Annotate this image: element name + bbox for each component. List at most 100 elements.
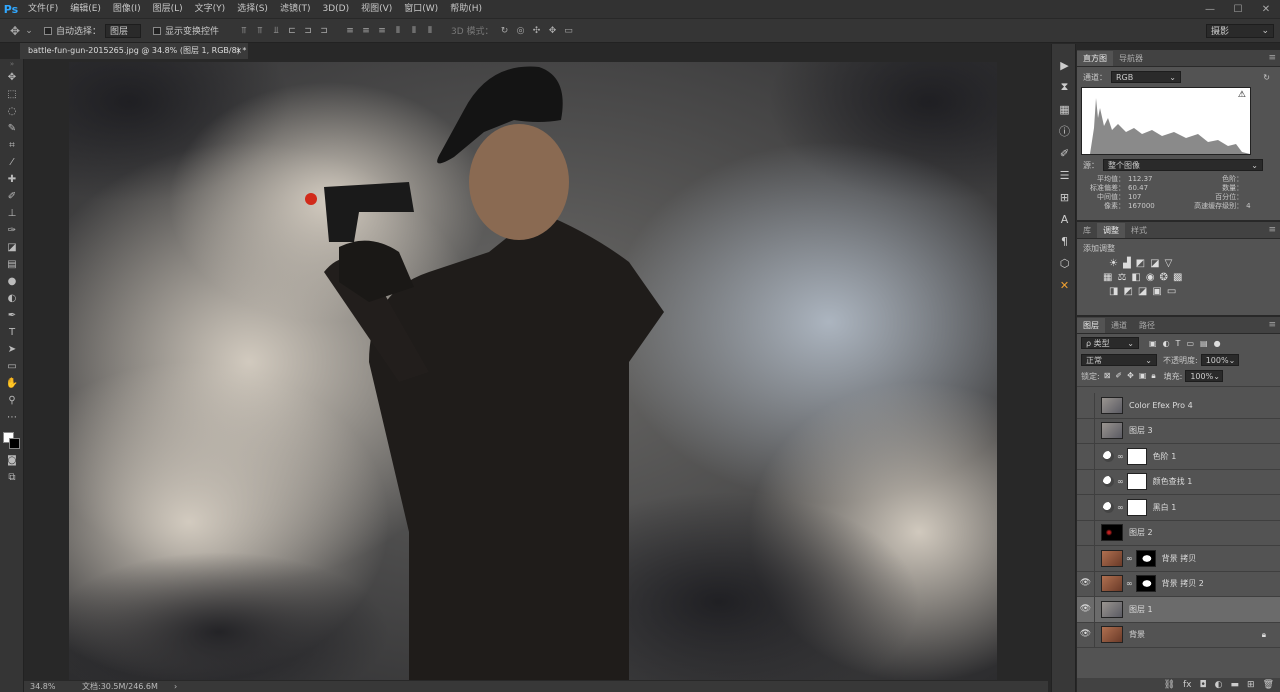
background-color[interactable] (9, 438, 20, 449)
layer-filter-dropdown[interactable]: ρ 类型 ⌄ (1081, 337, 1139, 349)
3d-scale-icon[interactable]: ▭ (562, 24, 576, 38)
play-icon[interactable]: ▶ (1052, 54, 1077, 76)
panel-menu-icon[interactable]: ≡ (1268, 51, 1280, 66)
black-white-icon[interactable]: ◧ (1131, 272, 1140, 283)
align-right-icon[interactable]: ⊐ (317, 24, 331, 38)
status-menu-icon[interactable]: › (174, 681, 177, 692)
eye-icon[interactable] (1077, 469, 1095, 495)
menu-item-4[interactable]: 文字(Y) (189, 0, 232, 18)
chevron-down-icon[interactable]: ⌄ (22, 24, 36, 38)
layer-thumbnail[interactable] (1101, 422, 1123, 440)
levels-icon[interactable]: ▟ (1123, 258, 1131, 269)
eye-icon[interactable] (1077, 392, 1095, 418)
refresh-icon[interactable]: ↻ (1263, 73, 1270, 82)
source-dropdown[interactable]: 整个图像 ⌄ (1103, 159, 1263, 171)
blur-tool-icon[interactable]: ● (0, 273, 24, 290)
color-swatches[interactable] (0, 426, 23, 452)
layer-name[interactable]: 背景 拷贝 (1162, 553, 1197, 564)
brush-icon[interactable]: ✐ (1052, 142, 1077, 164)
distribute-vcenter-icon[interactable]: ≡ (359, 24, 373, 38)
layer-row[interactable]: 图层 2 (1077, 520, 1280, 546)
menu-item-7[interactable]: 3D(D) (316, 0, 355, 18)
channel-mixer-icon[interactable]: ❂ (1160, 272, 1168, 283)
history-icon[interactable]: ⧗ (1052, 76, 1077, 98)
eye-icon[interactable] (1077, 418, 1095, 444)
filter-toggle-icon[interactable]: ● (1214, 339, 1221, 348)
lock-all-icon[interactable]: 🔒︎ (1151, 371, 1155, 381)
tab-paths[interactable]: 路径 (1133, 318, 1161, 333)
move-tool-icon[interactable]: ✥ (0, 69, 24, 86)
fill-input[interactable]: 100% ⌄ (1185, 370, 1224, 382)
character-icon[interactable]: A (1052, 208, 1077, 230)
screen-mode-icon[interactable]: ⧉ (0, 469, 24, 486)
menu-item-6[interactable]: 滤镜(T) (274, 0, 317, 18)
history-brush-tool-icon[interactable]: ✑ (0, 222, 24, 239)
new-adjustment-icon[interactable]: ◐ (1215, 680, 1223, 690)
marquee-tool-icon[interactable]: ⬚ (0, 86, 24, 103)
vibrance-icon[interactable]: ▽ (1165, 258, 1173, 269)
layer-thumbnail[interactable] (1101, 626, 1123, 644)
3d-icon[interactable]: ⬡ (1052, 252, 1077, 274)
threshold-icon[interactable]: ◪ (1138, 286, 1147, 297)
distribute-left-icon[interactable]: ⦀ (391, 24, 405, 38)
properties-icon[interactable]: ☰ (1052, 164, 1077, 186)
layer-name[interactable]: 背景 (1129, 629, 1145, 640)
posterize-icon[interactable]: ◩ (1123, 286, 1132, 297)
minimize-button[interactable]: — (1196, 0, 1224, 18)
zoom-level[interactable]: 34.8% (30, 681, 55, 692)
exposure-icon[interactable]: ◪ (1150, 258, 1159, 269)
tab-libraries[interactable]: 库 (1077, 223, 1097, 238)
lock-artboard-icon[interactable]: ▣ (1139, 371, 1147, 381)
brightness-icon[interactable]: ☀ (1109, 258, 1118, 269)
lock-pixels-icon[interactable]: ✐ (1115, 371, 1122, 381)
filter-pixel-icon[interactable]: ▣ (1149, 339, 1157, 348)
layer-mask-thumbnail[interactable] (1126, 498, 1147, 516)
eye-icon[interactable]: 👁︎ (1077, 596, 1095, 622)
warning-icon[interactable]: ⚠ (1238, 90, 1246, 100)
tab-navigator[interactable]: 导航器 (1113, 51, 1149, 66)
zoom-tool-icon[interactable]: ⚲ (0, 392, 24, 409)
new-group-icon[interactable]: ▬ (1231, 680, 1240, 690)
quick-mask-icon[interactable]: ◙ (0, 452, 24, 469)
link-icon[interactable]: ∞ (1117, 452, 1124, 461)
add-mask-icon[interactable]: ◘ (1200, 680, 1207, 690)
more-tools-icon[interactable]: ⋯ (0, 409, 24, 426)
3d-pan-icon[interactable]: ✣ (530, 24, 544, 38)
layer-name[interactable]: 背景 拷贝 2 (1162, 578, 1204, 589)
auto-select-checkbox[interactable] (44, 26, 52, 35)
distribute-right-icon[interactable]: ⦀ (423, 24, 437, 38)
hand-tool-icon[interactable]: ✋ (0, 375, 24, 392)
layer-name[interactable]: 图层 2 (1129, 527, 1153, 538)
tab-histogram[interactable]: 直方图 (1077, 51, 1113, 66)
crop-tool-icon[interactable]: ⌗ (0, 137, 24, 154)
3d-slide-icon[interactable]: ✥ (546, 24, 560, 38)
align-top-icon[interactable]: ⫪ (237, 24, 251, 38)
menu-item-2[interactable]: 图像(I) (107, 0, 147, 18)
eye-icon[interactable]: 👁︎ (1077, 622, 1095, 648)
gradient-tool-icon[interactable]: ▤ (0, 256, 24, 273)
workspace-dropdown[interactable]: 摄影 ⌄ (1206, 23, 1274, 38)
type-tool-icon[interactable]: T (0, 324, 24, 341)
eyedropper-tool-icon[interactable]: ⁄ (0, 154, 24, 171)
healing-tool-icon[interactable]: ✚ (0, 171, 24, 188)
delete-layer-icon[interactable]: 🗑︎ (1263, 680, 1274, 690)
layer-thumbnail[interactable] (1101, 524, 1123, 542)
layer-name[interactable]: 黑白 1 (1153, 502, 1177, 513)
align-bottom-icon[interactable]: ⫫ (269, 24, 283, 38)
layer-mask-thumbnail[interactable] (1126, 447, 1147, 465)
align-hcenter-icon[interactable]: ⊐ (301, 24, 315, 38)
layer-row[interactable]: 👁︎ ∞ 背景 拷贝 2 (1077, 571, 1280, 597)
clone-source-icon[interactable]: ⊞ (1052, 186, 1077, 208)
align-left-icon[interactable]: ⊏ (285, 24, 299, 38)
layer-row[interactable]: ∞ 黑白 1 (1077, 494, 1280, 521)
distribute-hcenter-icon[interactable]: ⦀ (407, 24, 421, 38)
opacity-input[interactable]: 100% ⌄ (1200, 354, 1239, 366)
photo-filter-icon[interactable]: ◉ (1146, 272, 1155, 283)
layer-thumbnail[interactable] (1101, 396, 1123, 414)
curves-icon[interactable]: ◩ (1136, 258, 1145, 269)
panel-menu-icon[interactable]: ≡ (1268, 223, 1280, 238)
hue-saturation-icon[interactable]: ▦ (1103, 272, 1112, 283)
invert-icon[interactable]: ◨ (1109, 286, 1118, 297)
layer-row[interactable]: Color Efex Pro 4 (1077, 392, 1280, 419)
selective-color-icon[interactable]: ▣ (1152, 286, 1161, 297)
